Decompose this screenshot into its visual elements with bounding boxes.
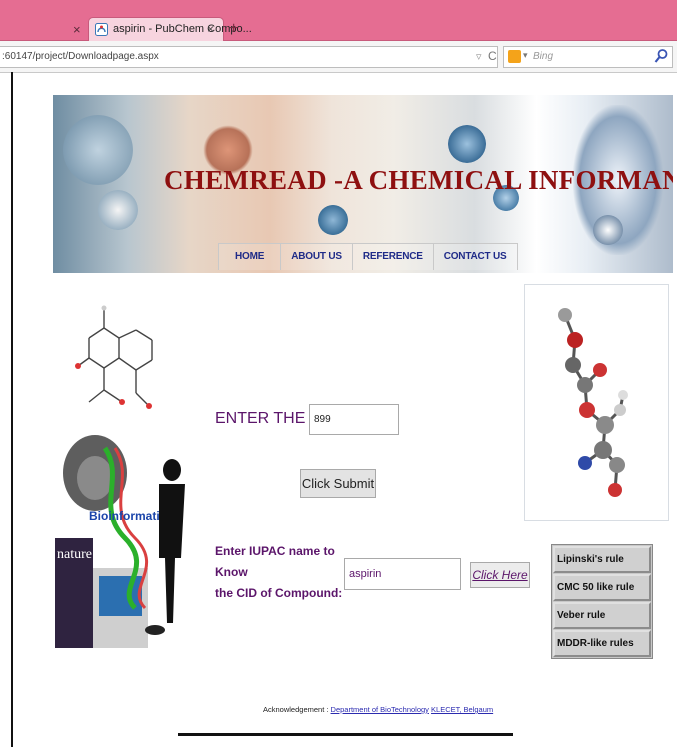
rule-cmc50-button[interactable]: CMC 50 like rule (553, 574, 651, 601)
rule-lipinski-button[interactable]: Lipinski's rule (553, 546, 651, 573)
tab-close-icon[interactable]: × (207, 22, 214, 36)
rule-veber-button[interactable]: Veber rule (553, 602, 651, 629)
cid-input[interactable] (309, 404, 399, 435)
magnifier-icon[interactable] (653, 48, 669, 64)
site-banner: CHEMREAD -A CHEMICAL INFORMANT HOME ABOU… (53, 95, 673, 273)
main-nav: HOME ABOUT US REFERENCE CONTACT US (218, 243, 518, 270)
search-engine-dropdown-icon[interactable]: ▾ (523, 50, 528, 61)
browser-tab-active[interactable]: aspirin - PubChem Compo... × (88, 17, 252, 42)
reload-icon[interactable]: C (488, 49, 497, 63)
address-bar-url: :60147/project/Downloadpage.aspx (2, 51, 159, 62)
acknowledgement: Acknowledgement : Department of BioTechn… (263, 705, 493, 714)
nav-contact-link[interactable]: CONTACT US (432, 244, 518, 270)
new-tab-button[interactable]: + (229, 20, 238, 38)
page-frame-edge (11, 72, 13, 747)
click-here-button[interactable]: Click Here (470, 562, 530, 588)
pubchem-favicon-icon (95, 23, 108, 36)
ball-and-stick-molecule-icon (558, 308, 628, 497)
inactive-tab-close-icon[interactable]: × (73, 22, 81, 37)
iupac-name-input[interactable] (344, 558, 461, 590)
address-bar[interactable]: :60147/project/Downloadpage.aspx ▿ C (0, 46, 498, 68)
molecule-structure-image (75, 305, 153, 409)
ack-prefix: Acknowledgement : (263, 705, 329, 714)
rules-menu: Lipinski's rule CMC 50 like rule Veber r… (551, 544, 653, 659)
banner-molecule-art (593, 215, 623, 245)
navigation-bar: :60147/project/Downloadpage.aspx ▿ C ▾ B… (0, 41, 677, 73)
banner-molecule-art (318, 205, 348, 235)
nav-reference-link[interactable]: REFERENCE (351, 244, 433, 270)
banner-molecule-art (448, 125, 486, 163)
rule-mddr-button[interactable]: MDDR-like rules (553, 630, 651, 657)
nav-about-link[interactable]: ABOUT US (280, 244, 352, 270)
search-box[interactable]: ▾ Bing (503, 46, 673, 68)
banner-molecule-art (63, 115, 133, 185)
site-title: CHEMREAD -A CHEMICAL INFORMANT (164, 165, 673, 195)
bioinformatics-collage-image: nature Bioinformatics (55, 418, 185, 650)
submit-button[interactable]: Click Submit (300, 469, 376, 498)
nav-home-link[interactable]: HOME (218, 244, 281, 270)
department-link[interactable]: Department of BioTechnology (331, 705, 429, 714)
footer-divider (178, 733, 513, 736)
browser-tab-bar: × aspirin - PubChem Compo... × + (0, 0, 677, 42)
bing-icon[interactable] (508, 50, 521, 63)
iupac-label: Enter IUPAC name to Know the CID of Comp… (215, 541, 350, 604)
banner-molecule-art (98, 190, 138, 230)
svg-text:nature: nature (57, 547, 92, 562)
aspirin-3d-model-image (524, 284, 669, 521)
college-link[interactable]: KLECET, Belgaum (431, 705, 493, 714)
iupac-label-line1: Enter IUPAC name to Know (215, 544, 335, 579)
iupac-label-line2: the CID of Compound: (215, 586, 343, 600)
bookmark-star-icon[interactable]: ▿ (476, 50, 482, 63)
search-placeholder: Bing (533, 51, 554, 62)
